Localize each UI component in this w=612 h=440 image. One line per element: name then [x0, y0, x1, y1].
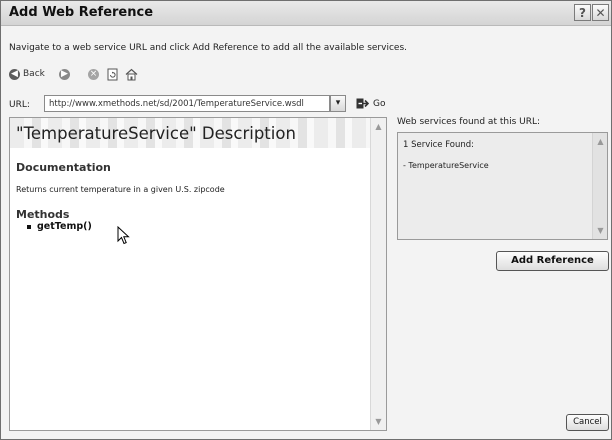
services-scrollbar[interactable]: ▲ ▼	[592, 133, 607, 239]
refresh-icon	[107, 68, 118, 80]
forward-arrow-icon: ▶	[59, 68, 70, 80]
description-title: "TemperatureService" Description	[16, 124, 296, 143]
go-arrow-icon[interactable]	[356, 98, 369, 109]
scroll-up-icon[interactable]: ▲	[594, 135, 607, 148]
stop-button[interactable]: ×	[88, 65, 99, 83]
browser-scrollbar[interactable]: ▲ ▼	[370, 118, 386, 430]
instruction-text: Navigate to a web service URL and click …	[9, 43, 407, 53]
close-button[interactable]: ✕	[592, 4, 609, 21]
documentation-heading: Documentation	[16, 161, 111, 174]
back-button[interactable]: ◀ Back	[9, 65, 45, 83]
stop-icon: ×	[88, 68, 99, 80]
method-label: getTemp()	[37, 221, 92, 232]
cancel-button[interactable]: Cancel	[566, 414, 609, 431]
forward-button[interactable]: ▶	[59, 65, 70, 83]
list-item[interactable]: - TemperatureService	[403, 161, 489, 170]
home-icon	[125, 68, 138, 80]
window-title: Add Web Reference	[9, 5, 154, 20]
home-button[interactable]	[125, 65, 138, 83]
services-count: 1 Service Found:	[403, 140, 475, 150]
method-link-gettemp[interactable]: getTemp()	[27, 221, 92, 232]
url-label: URL:	[9, 100, 30, 110]
back-arrow-icon: ◀	[9, 68, 20, 80]
mouse-pointer-icon	[117, 226, 130, 245]
add-web-reference-dialog: Add Web Reference ? ✕ Navigate to a web …	[0, 0, 612, 440]
title-bar: Add Web Reference ? ✕	[1, 1, 611, 26]
methods-heading: Methods	[16, 208, 70, 221]
scroll-up-icon[interactable]: ▲	[372, 120, 385, 133]
refresh-button[interactable]	[107, 65, 119, 83]
browser-pane: "TemperatureService" Description Documen…	[9, 117, 387, 431]
scroll-down-icon[interactable]: ▼	[372, 415, 385, 428]
documentation-text: Returns current temperature in a given U…	[16, 185, 225, 194]
url-dropdown-button[interactable]: ▾	[330, 95, 346, 112]
description-header: "TemperatureService" Description	[10, 118, 372, 148]
go-button[interactable]: Go	[373, 99, 385, 109]
services-found-label: Web services found at this URL:	[397, 117, 541, 127]
add-reference-button[interactable]: Add Reference	[496, 251, 609, 271]
url-input[interactable]: http://www.xmethods.net/sd/2001/Temperat…	[44, 95, 330, 112]
help-button[interactable]: ?	[574, 4, 591, 21]
chevron-down-icon: ▾	[335, 98, 341, 108]
scroll-down-icon[interactable]: ▼	[594, 224, 607, 237]
back-label: Back	[23, 69, 45, 79]
bullet-icon	[27, 224, 31, 229]
services-list[interactable]: 1 Service Found: - TemperatureService ▲ …	[397, 132, 608, 240]
